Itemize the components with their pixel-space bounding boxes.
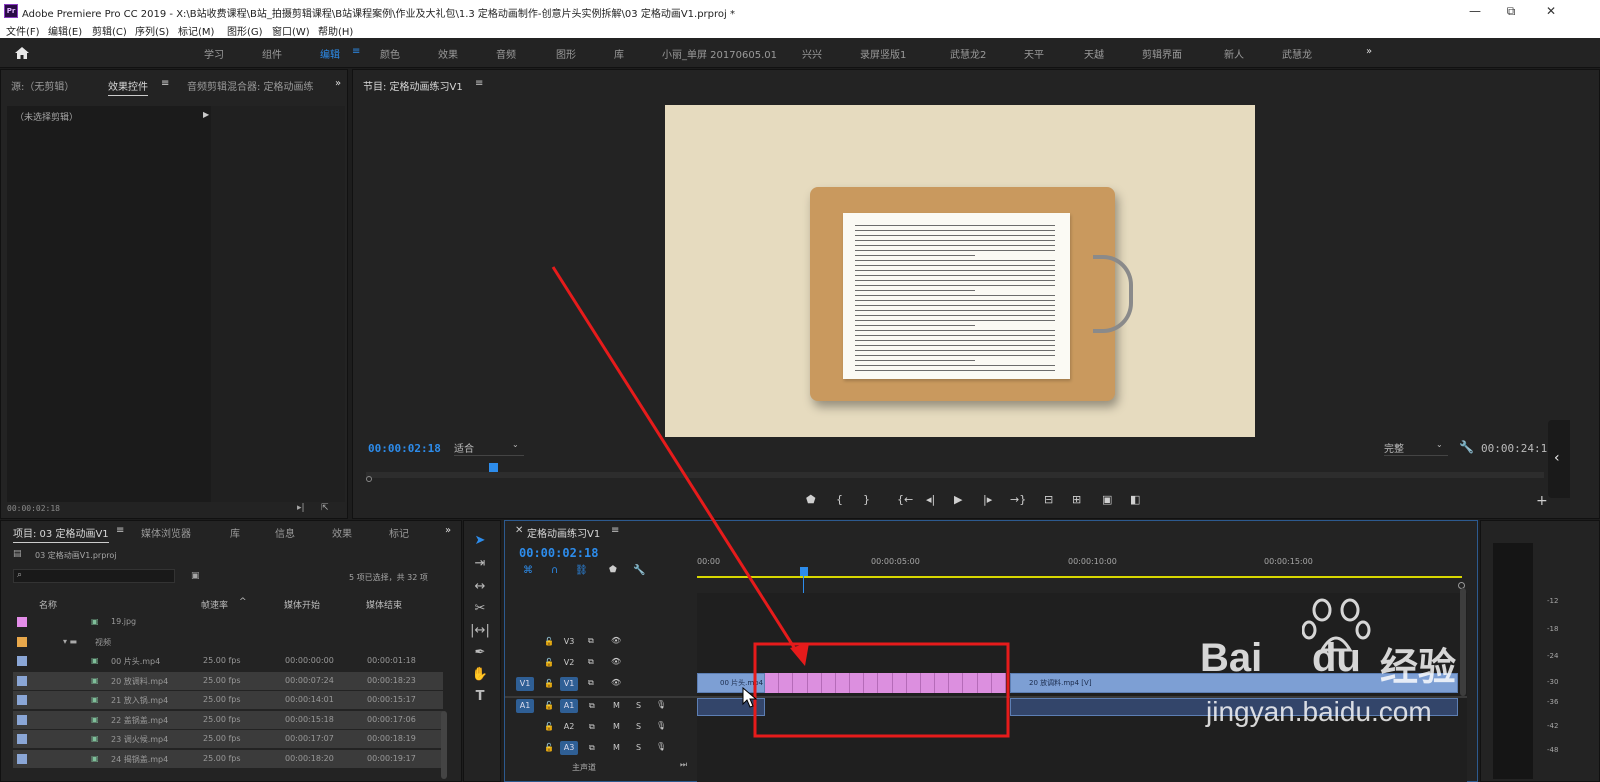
watermark-brand-du: du [1312, 636, 1361, 680]
watermark-brand: Bai [1200, 636, 1263, 680]
annotation-highlight-box [753, 642, 1010, 738]
watermark-url: jingyan.baidu.com [1206, 696, 1432, 727]
baidu-watermark: Bai du 经验 jingyan.baidu.com [1200, 596, 1500, 732]
watermark-cn: 经验 [1380, 645, 1457, 689]
annotation-arrow-line [551, 266, 804, 661]
